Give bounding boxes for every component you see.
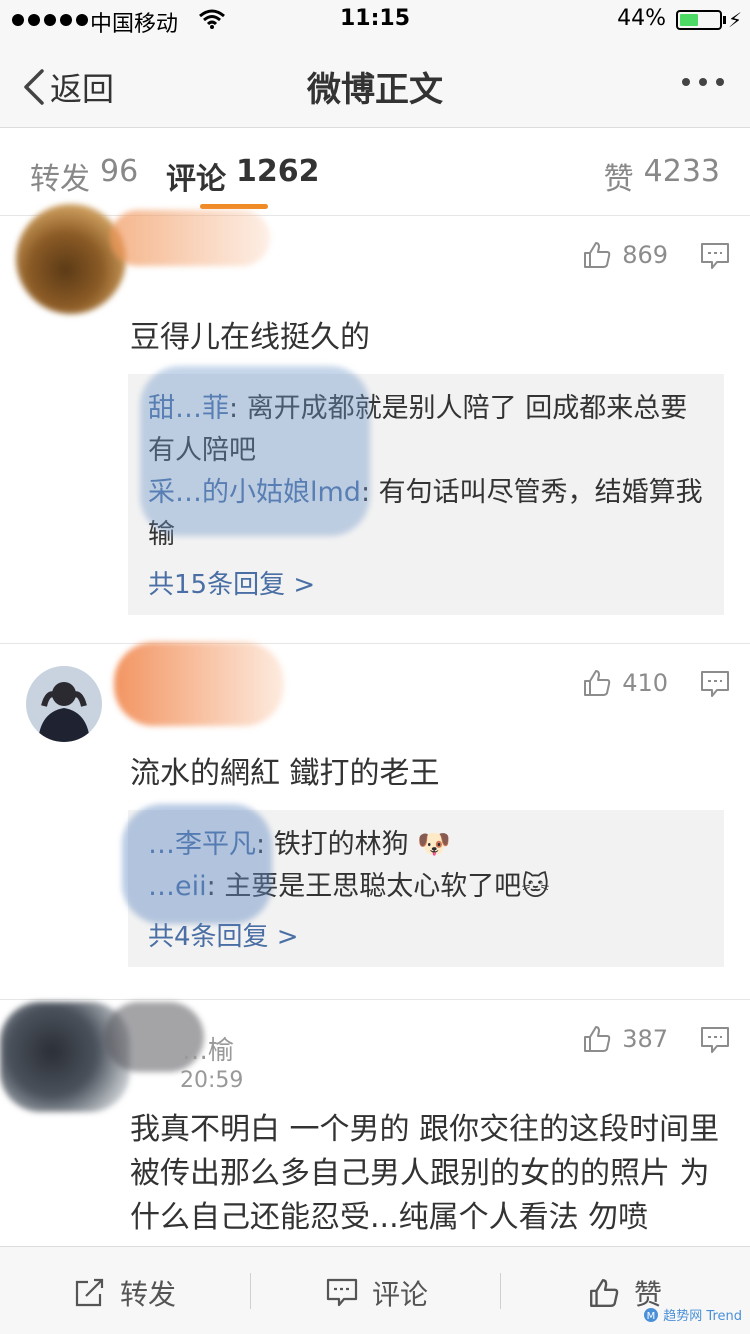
- reply-icon[interactable]: [700, 670, 730, 698]
- view-all-replies-link[interactable]: 共15条回复 >: [148, 564, 704, 601]
- like-button[interactable]: 387: [582, 1024, 668, 1054]
- active-tab-indicator: [200, 204, 268, 209]
- comment-text: 豆得儿在线挺久的: [130, 320, 370, 355]
- redacted-avatar: [16, 204, 126, 314]
- svg-text:M: M: [647, 1311, 656, 1322]
- trend-logo-icon: M: [644, 1307, 659, 1322]
- comment-item: 869 豆得儿在线挺久的 甜…菲: 离开成都就是别人陪了 回成都来总要有人陪吧 …: [0, 204, 750, 644]
- status-bar: 中国移动 11:15 44% ⚡: [0, 0, 750, 40]
- tab-like-label: 赞: [603, 162, 634, 197]
- bottom-action-bar: 转发 评论 赞 M 趋势网 Trend: [0, 1246, 750, 1334]
- battery-icon: [676, 10, 722, 30]
- reply-text: 铁打的林狗: [273, 829, 409, 860]
- thumbs-up-icon: [584, 1026, 611, 1052]
- avatar[interactable]: [26, 666, 102, 742]
- back-button[interactable]: 返回: [22, 64, 114, 110]
- like-count: 410: [622, 669, 668, 697]
- tab-bar: 转发 96 评论 1262 赞 4233: [0, 128, 750, 216]
- thumbs-up-icon: [584, 242, 611, 268]
- thumbs-up-icon: [590, 1279, 619, 1307]
- tab-comment-count: 1262: [236, 154, 320, 189]
- comment-item: …榆 20:59 387 我真不明白 一个男的 跟你交往的这段时间里被传出那么多…: [0, 1000, 750, 1246]
- tab-repost[interactable]: 转发 96: [30, 154, 138, 198]
- nav-bar: 返回 微博正文: [0, 40, 750, 128]
- watermark: M 趋势网 Trend: [643, 1305, 742, 1324]
- thumbs-up-icon: [584, 670, 611, 696]
- cat-emoji-icon: 🐱: [521, 871, 550, 902]
- comment-icon: [326, 1278, 358, 1307]
- comment-text: 我真不明白 一个男的 跟你交往的这段时间里被传出那么多自己男人跟别的女的的照片 …: [130, 1112, 720, 1235]
- like-count: 869: [622, 241, 668, 269]
- comment-text: 流水的網紅 鐵打的老王: [130, 756, 440, 791]
- redaction-scribble: [140, 366, 370, 536]
- comment-time: 20:59: [180, 1068, 244, 1093]
- repost-label: 转发: [120, 1278, 177, 1311]
- tab-like-count: 4233: [643, 154, 720, 189]
- tab-repost-count: 96: [100, 154, 139, 189]
- charging-icon: ⚡: [727, 8, 742, 32]
- like-button[interactable]: 869: [582, 240, 668, 270]
- redacted-username: [114, 642, 284, 726]
- back-label: 返回: [50, 70, 115, 108]
- reply-icon[interactable]: [700, 242, 730, 270]
- comment-label: 评论: [372, 1278, 429, 1311]
- share-icon: [75, 1278, 104, 1307]
- comment-item: 410 流水的網紅 鐵打的老王 …李平凡: 铁打的林狗 🐶 …eii: 主要是王…: [0, 642, 750, 1000]
- dog-emoji-icon: 🐶: [417, 829, 451, 860]
- avatar-image: [26, 666, 102, 742]
- tab-like[interactable]: 赞 4233: [604, 154, 720, 198]
- comment-username[interactable]: …榆: [182, 1030, 234, 1067]
- tab-repost-label: 转发: [30, 162, 90, 197]
- more-options-icon[interactable]: [682, 78, 724, 86]
- battery-percent: 44%: [617, 6, 666, 31]
- tab-comment[interactable]: 评论 1262: [166, 154, 320, 198]
- like-button[interactable]: 410: [582, 668, 668, 698]
- tab-comment-label: 评论: [166, 162, 226, 197]
- repost-button[interactable]: 转发: [74, 1273, 176, 1313]
- reply-icon[interactable]: [700, 1026, 730, 1054]
- chevron-left-icon: [24, 69, 44, 105]
- redaction-scribble: [122, 804, 272, 924]
- like-count: 387: [622, 1025, 668, 1053]
- redacted-username: [110, 210, 270, 266]
- comment-button[interactable]: 评论: [326, 1273, 428, 1313]
